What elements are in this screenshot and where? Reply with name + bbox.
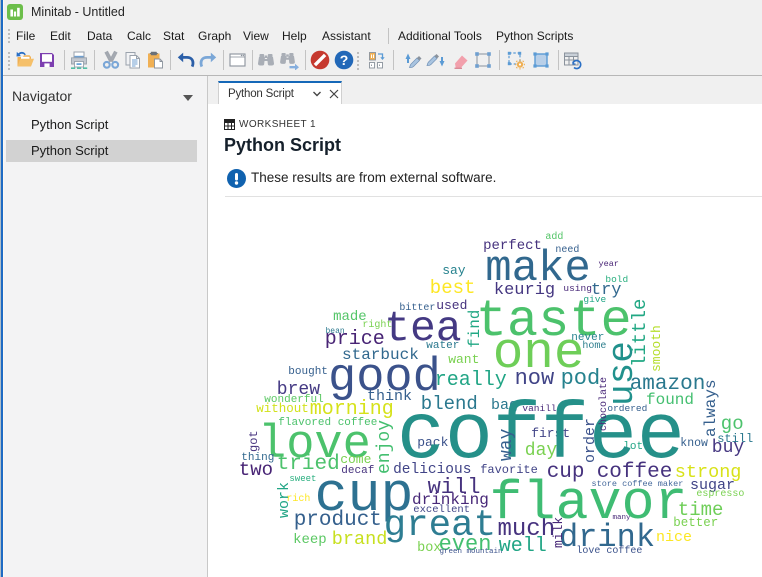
svg-text:?: ? xyxy=(340,52,349,68)
